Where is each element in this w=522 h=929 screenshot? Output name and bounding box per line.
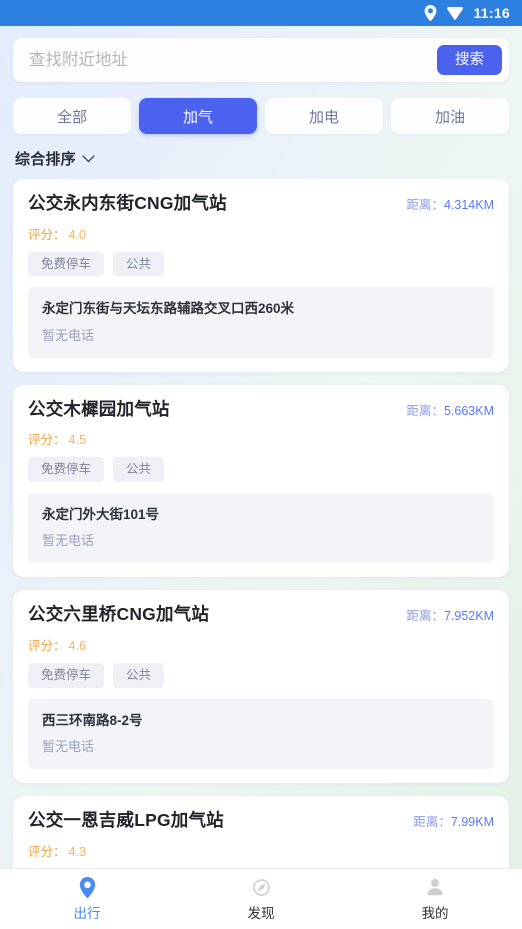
station-phone: 暂无电话: [42, 738, 95, 754]
tab-fuel[interactable]: 加油: [391, 98, 509, 134]
filter-tabs: 全部 加气 加电 加油: [0, 82, 522, 134]
compass-icon: [252, 878, 270, 896]
sort-label: 综合排序: [15, 151, 76, 168]
station-header: 公交一恩吉威LPG加气站 距离：7.99KM: [28, 810, 494, 832]
station-address-box: 永定门外大街101号 暂无电话: [28, 492, 494, 564]
nav-item-profile[interactable]: 我的: [348, 869, 522, 929]
distance-prefix: 距离：: [406, 198, 444, 212]
search-section: 搜索: [0, 26, 522, 82]
rating-value: 4.6: [68, 639, 86, 654]
location-pin-icon: [425, 5, 437, 21]
station-card[interactable]: 公交一恩吉威LPG加气站 距离：7.99KM 评分：4.3 免费停车 公共 西三…: [13, 795, 509, 868]
station-phone: 暂无电话: [42, 533, 95, 549]
station-tag: 公共: [113, 457, 165, 482]
chevron-down-icon: [82, 154, 95, 162]
rating-prefix: 评分：: [28, 227, 66, 242]
rating-value: 4.0: [68, 227, 86, 242]
station-distance: 距离：7.99KM: [413, 811, 494, 830]
station-rating: 评分： 4.6: [28, 635, 494, 654]
wifi-triangle-icon: [447, 6, 464, 20]
tab-electric[interactable]: 加电: [265, 98, 383, 134]
rating-prefix: 评分：: [28, 433, 66, 448]
person-icon: [427, 878, 443, 895]
station-rating: 评分： 4.3: [28, 841, 494, 860]
station-header: 公交木樨园加气站 距离：5.663KM: [28, 399, 494, 421]
station-distance: 距离：4.314KM: [406, 194, 494, 213]
station-address-box: 永定门东街与天坛东路辅路交叉口西260米 暂无电话: [28, 287, 494, 358]
station-distance: 距离：5.663KM: [406, 400, 494, 419]
status-bar: 11:16: [0, 0, 522, 26]
distance-prefix: 距离：: [406, 403, 444, 418]
distance-prefix: 距离：: [406, 609, 444, 624]
station-header: 公交六里桥CNG加气站 距离：7.952KM: [28, 604, 494, 626]
distance-value: 4.314KM: [443, 198, 494, 212]
station-phone: 暂无电话: [42, 327, 95, 343]
station-list[interactable]: 公交永内东街CNG加气站 距离：4.314KM 评分： 4.0 免费停车 公共 永…: [0, 179, 522, 868]
tab-gas[interactable]: 加气: [139, 98, 257, 134]
tab-all[interactable]: 全部: [13, 98, 131, 134]
distance-value: 5.663KM: [443, 403, 494, 418]
nav-label: 出行: [73, 905, 101, 921]
distance-value: 7.952KM: [443, 609, 494, 624]
station-tag: 免费停车: [28, 663, 105, 688]
sort-control[interactable]: 综合排序: [0, 134, 108, 179]
station-address-box: 西三环南路8-2号 暂无电话: [28, 698, 494, 769]
station-tags: 免费停车 公共: [28, 663, 494, 688]
nav-label: 发现: [247, 905, 275, 921]
station-card[interactable]: 公交六里桥CNG加气站 距离：7.952KM 评分： 4.6 免费停车 公共 西三…: [13, 590, 509, 783]
station-name: 公交永内东街CNG加气站: [28, 193, 227, 213]
station-distance: 距离：7.952KM: [406, 605, 494, 624]
station-address: 西三环南路8-2号: [42, 712, 143, 728]
rating-value: 4.5: [68, 433, 86, 448]
station-tag: 免费停车: [28, 251, 105, 277]
station-tags: 免费停车 公共: [28, 251, 494, 277]
station-card[interactable]: 公交木樨园加气站 距离：5.663KM 评分： 4.5 免费停车 公共 永定门外大…: [13, 384, 509, 578]
app-root: 11:16 搜索 全部 加气 加电 加油 综合排序 公交永内东街CNG加气站 距…: [0, 0, 522, 929]
rating-prefix: 评分：: [28, 844, 66, 859]
station-name: 公交一恩吉威LPG加气站: [28, 809, 224, 830]
nav-item-discover[interactable]: 发现: [174, 869, 348, 929]
location-pin-icon: [79, 876, 95, 898]
station-name: 公交木樨园加气站: [28, 398, 170, 419]
station-tag: 公共: [113, 663, 165, 688]
station-address: 永定门外大街101号: [42, 506, 160, 522]
distance-value: 7.99KM: [450, 814, 494, 829]
station-tag: 公共: [113, 251, 165, 277]
rating-value: 4.3: [68, 844, 86, 859]
status-bar-time: 11:16: [473, 5, 510, 21]
search-input[interactable]: [29, 50, 437, 70]
nav-item-travel[interactable]: 出行: [0, 869, 174, 929]
station-header: 公交永内东街CNG加气站 距离：4.314KM: [28, 193, 494, 215]
station-name: 公交六里桥CNG加气站: [28, 604, 210, 625]
distance-prefix: 距离：: [413, 814, 451, 829]
station-rating: 评分： 4.5: [28, 429, 494, 448]
station-card[interactable]: 公交永内东街CNG加气站 距离：4.314KM 评分： 4.0 免费停车 公共 永…: [13, 179, 509, 372]
station-rating: 评分： 4.0: [28, 224, 494, 243]
search-button[interactable]: 搜索: [437, 44, 502, 76]
bottom-navigation: 出行 发现 我的: [0, 868, 522, 929]
station-tag: 免费停车: [28, 457, 105, 482]
search-bar: 搜索: [13, 38, 509, 82]
rating-prefix: 评分：: [28, 639, 66, 654]
station-tags: 免费停车 公共: [28, 457, 494, 482]
nav-label: 我的: [421, 905, 449, 921]
station-address: 永定门东街与天坛东路辅路交叉口西260米: [42, 301, 295, 317]
